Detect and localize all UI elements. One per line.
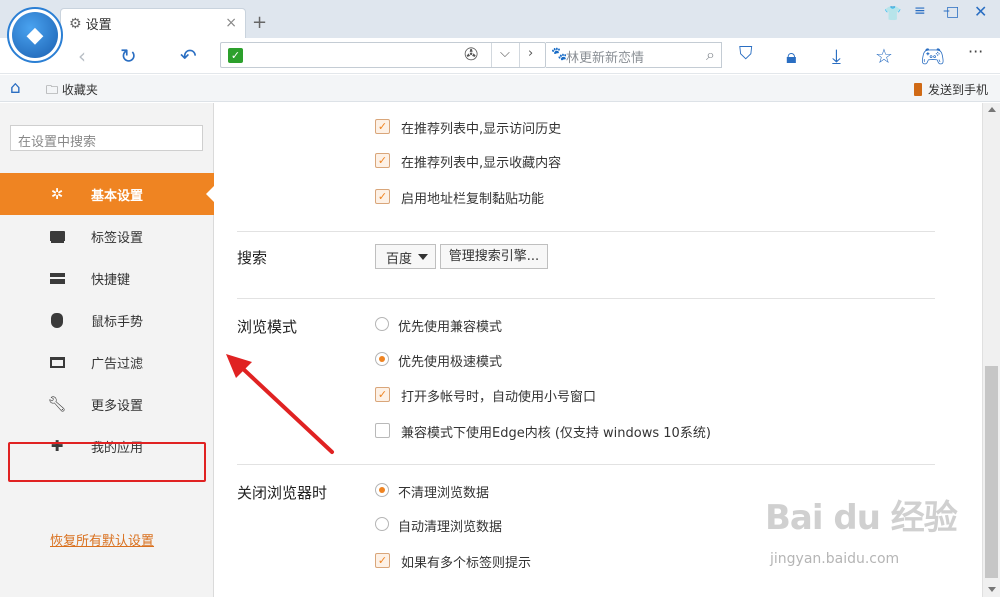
radio-auto-clear[interactable] xyxy=(375,517,389,531)
undo-icon[interactable]: ↶ xyxy=(180,44,197,68)
tab-title: 设置 xyxy=(85,18,112,33)
skin-icon[interactable]: 👕 xyxy=(884,6,901,22)
secure-check-icon: ✓ xyxy=(228,48,243,63)
window-icon xyxy=(49,355,65,369)
search-engine-select[interactable]: 百度 xyxy=(375,244,436,269)
manage-search-engines-button[interactable]: 管理搜索引擎... xyxy=(440,244,548,269)
tab-settings[interactable]: ⚙ 设置 × xyxy=(60,8,246,38)
option-label: 启用地址栏复制黏贴功能 xyxy=(401,192,545,207)
menu-icon[interactable]: ≡ xyxy=(914,3,926,19)
sidebar-item-mouse-gestures[interactable]: 鼠标手势 xyxy=(0,299,214,341)
watermark-url: jingyan.baidu.com xyxy=(770,551,900,567)
option-label: 自动清理浏览数据 xyxy=(398,520,503,535)
option-label: 兼容模式下使用Edge内核 (仅支持 windows 10系统) xyxy=(401,426,711,441)
title-bar: ⚙ 设置 × + 👕 ≡ – □ ✕ xyxy=(0,0,1000,38)
phone-icon xyxy=(913,83,922,96)
lock-icon[interactable]: 🔒︎ xyxy=(786,44,797,68)
home-icon[interactable]: ⌂ xyxy=(10,78,21,98)
star-icon[interactable]: ☆ xyxy=(875,44,893,68)
close-window-button[interactable]: ✕ xyxy=(974,2,987,21)
dropdown-arrow-icon xyxy=(418,254,428,260)
fan-icon[interactable]: ✇ xyxy=(464,45,478,65)
vertical-scrollbar[interactable] xyxy=(982,103,1000,597)
sidebar-item-label: 快捷键 xyxy=(91,272,131,288)
baidu-watermark: Bai du 经验 xyxy=(765,498,958,538)
search-box[interactable]: 🐾 林更新新恋情 ⌕ xyxy=(546,42,722,68)
wrench-icon: 🔧︎ xyxy=(47,395,67,413)
gamepad-icon[interactable]: 🎮︎ xyxy=(920,44,945,68)
download-icon[interactable]: ⤓ xyxy=(832,44,841,68)
sidebar-item-label: 基本设置 xyxy=(91,188,144,204)
section-title-search: 搜索 xyxy=(237,249,268,267)
maximize-button[interactable]: □ xyxy=(946,4,959,20)
refresh-icon[interactable]: ↻ xyxy=(120,44,137,68)
option-label: 在推荐列表中,显示访问历史 xyxy=(401,122,562,137)
browser-logo[interactable]: ◆ xyxy=(7,7,63,63)
gear-icon: ⚙ xyxy=(69,15,82,32)
navigation-toolbar: ‹ ↻ ↶ ✓ ✇ ⌵ › 🐾 林更新新恋情 ⌕ ⛉ 🔒︎ ⤓ ☆ 🎮︎ ··· xyxy=(0,38,1000,74)
checkbox-multi-tab-prompt[interactable]: ✓ xyxy=(375,553,390,568)
send-to-phone-button[interactable]: 发送到手机 xyxy=(913,81,988,98)
gear-icon: ✲ xyxy=(50,185,64,203)
shield-icon[interactable]: ⛉ xyxy=(739,43,753,64)
checkbox-edge-kernel[interactable] xyxy=(375,423,390,438)
divider xyxy=(237,464,935,465)
option-label: 不清理浏览数据 xyxy=(398,486,490,501)
checkbox-address-copy-paste[interactable]: ✓ xyxy=(375,189,390,204)
baidu-paw-icon: 🐾 xyxy=(551,47,568,62)
checkbox-multi-account-window[interactable]: ✓ xyxy=(375,387,390,402)
scroll-up-icon[interactable] xyxy=(988,107,996,112)
bookmarks-bar: ⌂ 🗀 收藏夹 发送到手机 xyxy=(0,75,1000,102)
sidebar-item-tabs[interactable]: 标签设置 xyxy=(0,215,214,257)
sidebar-item-shortcuts[interactable]: 快捷键 xyxy=(0,257,214,299)
checkbox-show-history[interactable]: ✓ xyxy=(375,119,390,134)
search-icon[interactable]: ⌕ xyxy=(706,45,715,65)
new-tab-button[interactable]: + xyxy=(252,12,267,33)
option-label: 在推荐列表中,显示收藏内容 xyxy=(401,156,562,171)
sidebar-item-label: 鼠标手势 xyxy=(91,314,144,330)
sidebar-item-basic[interactable]: ✲ 基本设置 xyxy=(0,173,214,215)
radio-fast-mode[interactable] xyxy=(375,352,389,366)
favorites-folder[interactable]: 🗀 收藏夹 xyxy=(46,81,98,102)
shark-logo-icon: ◆ xyxy=(12,12,58,58)
section-title-browse-mode: 浏览模式 xyxy=(237,318,298,336)
close-tab-button[interactable]: × xyxy=(225,15,237,31)
scroll-down-icon[interactable] xyxy=(988,587,996,592)
divider xyxy=(237,231,935,232)
chevron-down-icon[interactable]: ⌵ xyxy=(500,46,510,61)
mouse-icon xyxy=(49,312,65,328)
annotation-highlight-box xyxy=(8,442,206,482)
sidebar-item-label: 广告过滤 xyxy=(91,356,144,372)
sidebar-item-ad-filter[interactable]: 广告过滤 xyxy=(0,341,214,383)
folder-icon: 🗀 xyxy=(46,83,62,97)
more-icon[interactable]: ··· xyxy=(968,42,983,61)
radio-keep-data[interactable] xyxy=(375,483,389,497)
keyboard-icon xyxy=(49,271,65,285)
settings-sidebar: 在设置中搜索 ✲ 基本设置 标签设置 快捷键 鼠标手势 广告过滤 🔧︎ 更多设置… xyxy=(0,103,214,597)
radio-compat-mode[interactable] xyxy=(375,317,389,331)
section-title-on-close: 关闭浏览器时 xyxy=(237,484,328,502)
sidebar-item-label: 标签设置 xyxy=(91,230,144,246)
sidebar-item-more-settings[interactable]: 🔧︎ 更多设置 xyxy=(0,383,214,425)
back-icon[interactable]: ‹ xyxy=(78,44,86,68)
option-label: 优先使用极速模式 xyxy=(398,355,503,370)
annotation-arrow-icon xyxy=(226,354,334,454)
option-label: 如果有多个标签则提示 xyxy=(401,556,532,571)
chevron-right-icon[interactable]: › xyxy=(528,46,533,61)
sidebar-item-label: 更多设置 xyxy=(91,398,144,414)
search-input[interactable]: 林更新新恋情 xyxy=(566,47,644,66)
laptop-icon xyxy=(49,229,65,243)
restore-defaults-link[interactable]: 恢复所有默认设置 xyxy=(50,530,154,549)
settings-search-input[interactable]: 在设置中搜索 xyxy=(10,125,203,151)
checkbox-show-favorites[interactable]: ✓ xyxy=(375,153,390,168)
address-bar[interactable]: ✓ ✇ ⌵ › xyxy=(220,42,546,68)
option-label: 打开多帐号时，自动使用小号窗口 xyxy=(401,390,597,405)
option-label: 优先使用兼容模式 xyxy=(398,320,503,335)
scrollbar-thumb[interactable] xyxy=(985,366,998,578)
divider xyxy=(237,298,935,299)
